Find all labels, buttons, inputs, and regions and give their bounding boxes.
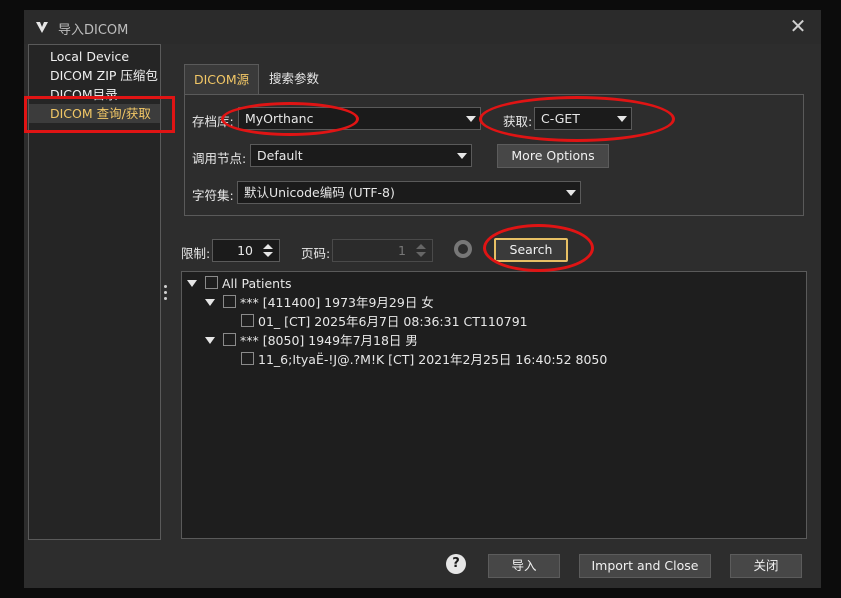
patient-label: *** [8050] 1949年7月18日 男 (240, 333, 418, 348)
source-sidebar: Local Device DICOM ZIP 压缩包 DICOM目录 DICOM… (28, 44, 161, 540)
retrieve-method-select[interactable]: C-GET (534, 107, 632, 130)
calling-node-label: 调用节点: (192, 151, 247, 166)
limit-value: 10 (237, 243, 253, 258)
tree-row-study[interactable]: 01_ [CT] 2025年6月7日 08:36:31 CT110791 (182, 312, 806, 331)
spin-down-icon (416, 252, 426, 257)
chevron-down-icon (617, 116, 627, 122)
busy-indicator-icon (454, 240, 472, 258)
more-options-button[interactable]: More Options (497, 144, 609, 168)
sidebar-item-dicom-directory[interactable]: DICOM目录 (29, 85, 160, 104)
import-dicom-dialog: 导入DICOM ✕ Local Device DICOM ZIP 压缩包 DIC… (24, 10, 821, 588)
import-button[interactable]: 导入 (488, 554, 560, 578)
page-value: 1 (398, 243, 406, 258)
tree-row-patient[interactable]: *** [411400] 1973年9月29日 女 (182, 293, 806, 312)
checkbox[interactable] (241, 314, 254, 327)
import-and-close-button[interactable]: Import and Close (579, 554, 711, 578)
expand-triangle-icon[interactable] (205, 299, 215, 306)
page-label: 页码: (301, 246, 331, 261)
sidebar-item-local-device[interactable]: Local Device (29, 47, 160, 66)
close-button[interactable]: 关闭 (730, 554, 802, 578)
patient-label: *** [411400] 1973年9月29日 女 (240, 295, 434, 310)
page-spinbox[interactable]: 1 (332, 239, 433, 262)
sidebar-item-dicom-zip[interactable]: DICOM ZIP 压缩包 (29, 66, 160, 85)
checkbox[interactable] (241, 352, 254, 365)
spin-up-icon (416, 244, 426, 249)
expand-triangle-icon[interactable] (205, 337, 215, 344)
expand-triangle-icon[interactable] (187, 280, 197, 287)
checkbox[interactable] (223, 333, 236, 346)
search-button[interactable]: Search (494, 238, 568, 262)
tab-search-parameters[interactable]: 搜索参数 (260, 64, 328, 94)
calling-node-value: Default (257, 148, 303, 163)
dicom-source-panel: 存档库: MyOrthanc 获取: C-GET 调用节点: Default M… (184, 94, 804, 216)
chevron-down-icon (457, 153, 467, 159)
sidebar-item-dicom-query-retrieve[interactable]: DICOM 查询/获取 (29, 104, 160, 123)
chevron-down-icon (466, 116, 476, 122)
archive-label: 存档库: (192, 114, 234, 129)
window-title: 导入DICOM (58, 23, 129, 38)
title-bar: 导入DICOM ✕ (24, 10, 821, 44)
chevron-down-icon (566, 190, 576, 196)
charset-label: 字符集: (192, 188, 234, 203)
retrieve-method-value: C-GET (541, 111, 580, 126)
help-button[interactable]: ? (446, 554, 466, 574)
spin-down-icon[interactable] (263, 252, 273, 257)
calling-node-select[interactable]: Default (250, 144, 472, 167)
tree-row-patient[interactable]: *** [8050] 1949年7月18日 男 (182, 331, 806, 350)
tree-root-label: All Patients (222, 276, 292, 291)
checkbox[interactable] (205, 276, 218, 289)
archive-select[interactable]: MyOrthanc (238, 107, 481, 130)
archive-value: MyOrthanc (245, 111, 314, 126)
limit-label: 限制: (181, 246, 211, 261)
patient-tree: All Patients *** [411400] 1973年9月29日 女 0… (181, 271, 807, 539)
checkbox[interactable] (223, 295, 236, 308)
study-label: 11_6;ItyaË-!J@.?M!K [CT] 2021年2月25日 16:4… (258, 352, 608, 367)
tree-row-all-patients[interactable]: All Patients (182, 274, 806, 293)
retrieve-label: 获取: (503, 114, 533, 129)
close-icon[interactable]: ✕ (788, 16, 808, 36)
charset-select[interactable]: 默认Unicode编码 (UTF-8) (237, 181, 581, 204)
splitter-handle[interactable] (164, 285, 168, 301)
limit-spinbox[interactable]: 10 (212, 239, 280, 262)
tree-row-study[interactable]: 11_6;ItyaË-!J@.?M!K [CT] 2021年2月25日 16:4… (182, 350, 806, 369)
tab-dicom-source[interactable]: DICOM源 (184, 64, 260, 94)
study-label: 01_ [CT] 2025年6月7日 08:36:31 CT110791 (258, 314, 528, 329)
app-logo-icon (36, 22, 48, 33)
spin-up-icon[interactable] (263, 244, 273, 249)
charset-value: 默认Unicode编码 (UTF-8) (244, 185, 395, 200)
